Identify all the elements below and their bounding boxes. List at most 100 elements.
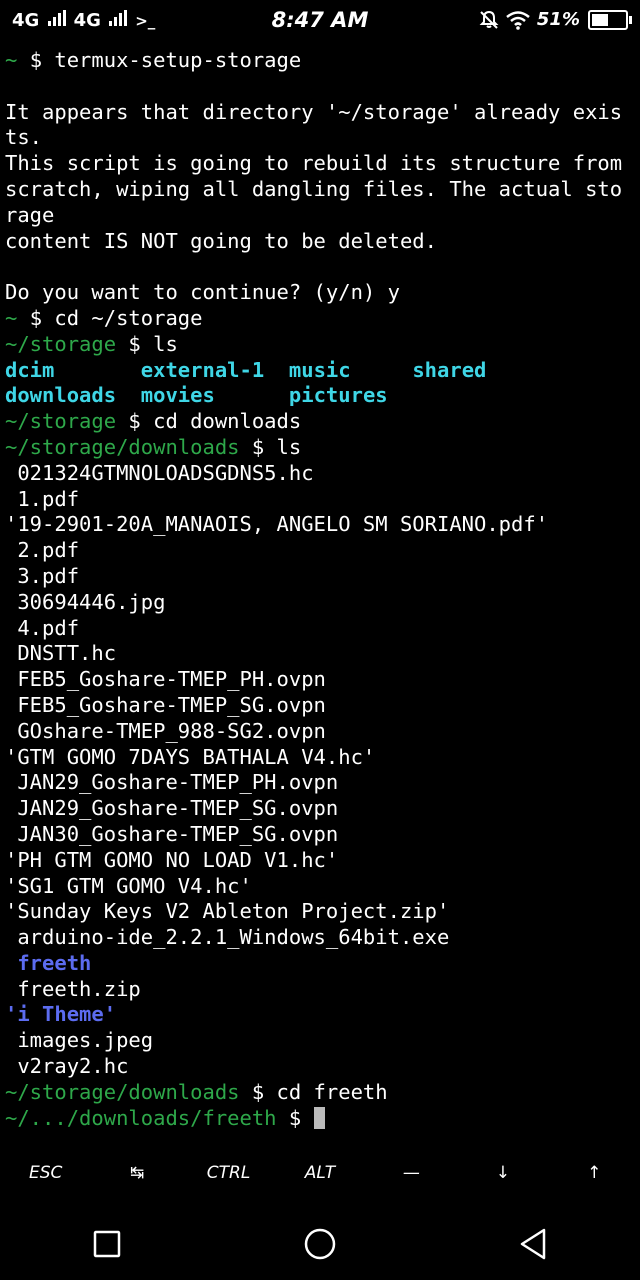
terminal-text: pictures (288, 383, 388, 408)
terminal-text: 4.pdf (5, 615, 80, 640)
terminal-text: scratch, wiping all dangling files. The … (5, 176, 623, 201)
terminal-line: '19-2901-20A_MANAOIS, ANGELO SM SORIANO.… (5, 512, 635, 538)
terminal-line: content IS NOT going to be deleted. (5, 229, 635, 255)
terminal-text: ~/storage/downloads (5, 434, 252, 459)
battery-level (592, 13, 609, 26)
ctrl-key[interactable]: CTRL (183, 1150, 274, 1196)
terminal-text: 'SG1 GTM GOMO V4.hc' (5, 873, 252, 898)
terminal-line: 'GTM GOMO 7DAYS BATHALA V4.hc' (5, 745, 635, 771)
terminal-text: $ ls (128, 331, 178, 356)
terminal-line: Do you want to continue? (y/n) y (5, 280, 635, 306)
terminal-text: FEB5_Goshare-TMEP_PH.ovpn (5, 667, 326, 692)
recents-button[interactable] (77, 1214, 137, 1274)
battery-icon (588, 9, 632, 30)
tab-key[interactable]: ↹ (91, 1150, 182, 1196)
terminal-text: ~/storage (5, 409, 129, 434)
wifi-icon (506, 10, 530, 30)
terminal-line: 30694446.jpg (5, 590, 635, 616)
terminal-line: 1.pdf (5, 487, 635, 513)
terminal-text: music (288, 357, 351, 382)
terminal-line: It appears that directory '~/storage' al… (5, 100, 635, 126)
terminal-text: images.jpeg (5, 1028, 154, 1053)
status-right: 51% (479, 9, 632, 30)
terminal-line: images.jpeg (5, 1028, 635, 1054)
back-button[interactable] (503, 1214, 563, 1274)
navigation-bar (0, 1208, 640, 1280)
terminal-line: JAN30_Goshare-TMEP_SG.ovpn (5, 822, 635, 848)
terminal-line: This script is going to rebuild its stru… (5, 151, 635, 177)
terminal-line: ~ $ cd ~/storage (5, 306, 635, 332)
terminal-text: downloads (5, 383, 117, 408)
terminal-text: $ cd downloads (128, 409, 302, 434)
terminal-text: Do you want to continue? (y/n) y (5, 280, 400, 305)
terminal-line: arduino-ide_2.2.1_Windows_64bit.exe (5, 925, 635, 951)
terminal-text: movies (140, 383, 215, 408)
esc-key[interactable]: ESC (0, 1150, 91, 1196)
terminal-text: $ (288, 1105, 314, 1130)
terminal-text: 'Sunday Keys V2 Ableton Project.zip' (5, 899, 450, 924)
terminal-text: 021324GTMNOLOADSGDNS5.hc (5, 460, 314, 485)
back-icon (521, 1228, 546, 1260)
terminal-line: 3.pdf (5, 564, 635, 590)
terminal-line: freeth (5, 951, 635, 977)
terminal-text: $ cd ~/storage (29, 305, 203, 330)
home-button[interactable] (290, 1214, 350, 1274)
terminal-text: ~ (5, 305, 30, 330)
terminal-line: JAN29_Goshare-TMEP_SG.ovpn (5, 796, 635, 822)
terminal-text: 'PH GTM GOMO NO LOAD V1.hc' (5, 847, 339, 872)
terminal-text: 3.pdf (5, 563, 80, 588)
terminal-line: FEB5_Goshare-TMEP_SG.ovpn (5, 693, 635, 719)
terminal-text: GOshare-TMEP_988-SG2.ovpn (5, 718, 326, 743)
terminal-text: shared (412, 357, 487, 382)
terminal-text: ~ (5, 48, 30, 72)
recents-icon (93, 1230, 120, 1258)
terminal-line: ~/storage/downloads $ cd freeth (5, 1080, 635, 1106)
terminal-line: GOshare-TMEP_988-SG2.ovpn (5, 719, 635, 745)
terminal-text: dcim (5, 357, 55, 382)
terminal-text: content IS NOT going to be deleted. (5, 228, 437, 253)
terminal-text: freeth (17, 950, 92, 975)
dnd-off-icon (479, 10, 499, 29)
terminal-line: ts. (5, 125, 635, 151)
terminal-line: ~/storage/downloads $ ls (5, 435, 635, 461)
arrow-down-key[interactable]: ↓ (457, 1150, 548, 1196)
terminal-text: ts. (5, 125, 43, 150)
terminal-text: arduino-ide_2.2.1_Windows_64bit.exe (5, 925, 450, 950)
terminal-text: ~/.../downloads/freeth (5, 1105, 289, 1130)
terminal-line: DNSTT.hc (5, 641, 635, 667)
terminal-line: 'i Theme' (5, 1002, 635, 1028)
terminal-text: DNSTT.hc (5, 641, 117, 666)
dash-key[interactable]: — (366, 1150, 457, 1196)
terminal-cursor[interactable] (313, 1106, 325, 1129)
terminal-line: 021324GTMNOLOADSGDNS5.hc (5, 461, 635, 487)
status-bar: 4G 4G >_ 8:47 AM 51% (0, 0, 640, 44)
alt-key[interactable]: ALT (274, 1150, 365, 1196)
terminal-line: scratch, wiping all dangling files. The … (5, 177, 635, 203)
terminal-text: 1.pdf (5, 486, 80, 511)
terminal-line: ~ $ termux-setup-storage (5, 48, 635, 74)
terminal-text: $ ls (251, 434, 302, 459)
terminal-line: 'PH GTM GOMO NO LOAD V1.hc' (5, 848, 635, 874)
terminal-text: $ cd freeth (251, 1079, 388, 1104)
terminal-text: '19-2901-20A_MANAOIS, ANGELO SM SORIANO.… (5, 512, 549, 537)
terminal-line: v2ray2.hc (5, 1054, 635, 1080)
terminal-text: 2.pdf (5, 538, 80, 563)
terminal-text: $ termux-setup-storage (29, 48, 302, 72)
terminal-line: JAN29_Goshare-TMEP_PH.ovpn (5, 770, 635, 796)
terminal-line: 4.pdf (5, 616, 635, 642)
extra-keys-row: ESC ↹ CTRL ALT — ↓ ↑ (0, 1150, 640, 1196)
terminal-text: ~/storage/downloads (5, 1079, 252, 1104)
terminal-text: 30694446.jpg (5, 589, 166, 614)
arrow-up-key[interactable]: ↑ (549, 1150, 640, 1196)
terminal-line: ~/.../downloads/freeth $ (5, 1106, 635, 1132)
terminal-line: FEB5_Goshare-TMEP_PH.ovpn (5, 667, 635, 693)
terminal-output[interactable]: ~ $ termux-setup-storage It appears that … (5, 48, 635, 1131)
terminal-text: freeth.zip (5, 976, 141, 1001)
